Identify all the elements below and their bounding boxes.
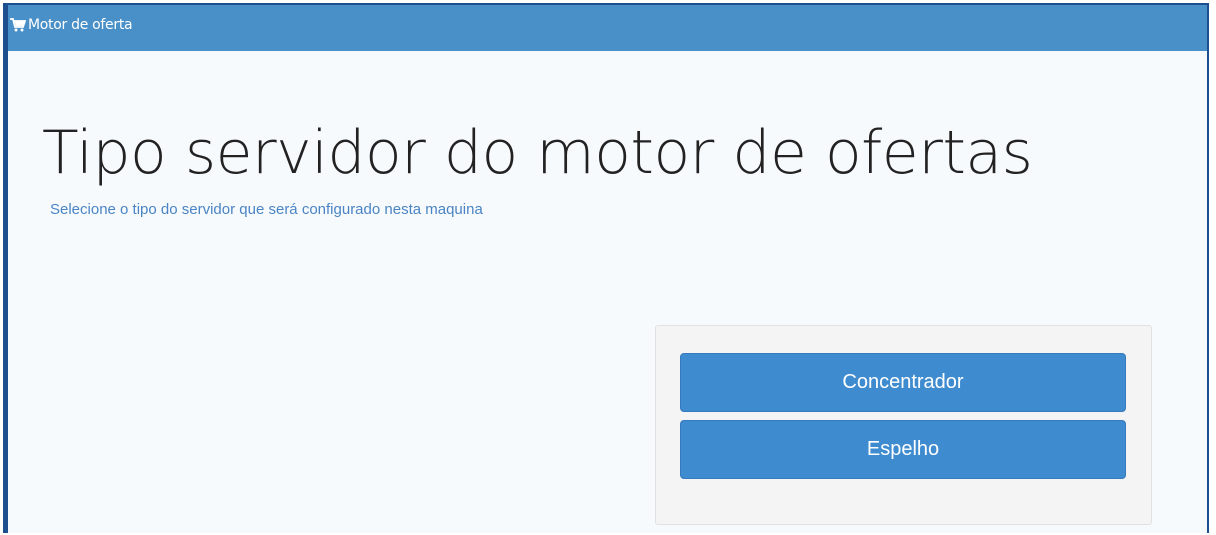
window-title: Motor de oferta (28, 17, 133, 33)
concentrador-button[interactable]: Concentrador (680, 353, 1126, 412)
page-subtitle: Selecione o tipo do servidor que será co… (50, 201, 483, 218)
server-type-panel: Concentrador Espelho (655, 325, 1152, 525)
espelho-button[interactable]: Espelho (680, 420, 1126, 479)
page-title: Tipo servidor do motor de ofertas (42, 118, 1033, 188)
title-bar: Motor de oferta (8, 5, 1207, 51)
app-window: Motor de oferta Tipo servidor do motor d… (3, 3, 1209, 533)
cart-icon (10, 18, 27, 32)
